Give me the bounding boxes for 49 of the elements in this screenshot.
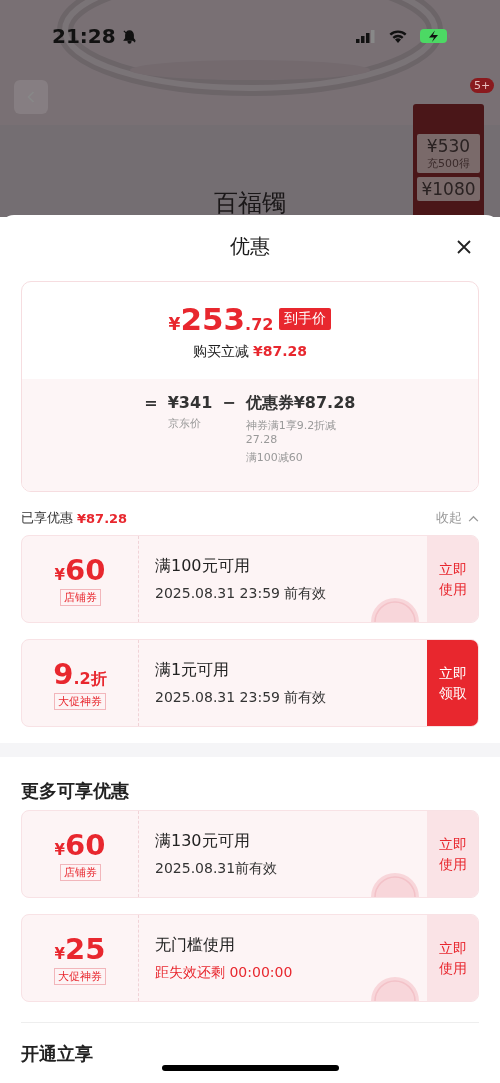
saving-label: 购买立减 [193,342,249,361]
coupon-note: 满100减60 [245,450,304,465]
coupon-action-button[interactable]: 立即使用 [427,915,478,1001]
product-title: 百福镯 [213,189,287,217]
muted-bell-icon [121,28,137,44]
signal-icon [356,29,376,43]
section-title: 开通立享 [21,1042,94,1066]
coupon-validity: 2025.08.31 23:59 前有效 [155,688,328,707]
coupon-type-tag: 大促神券 [54,967,106,985]
coupon-validity: 2025.08.31 23:59 前有效 [155,584,328,603]
equals-sign: = [144,393,158,412]
coupon-condition: 无门槛使用 [155,934,236,956]
saving-amount: ¥87.28 [253,342,307,361]
price-tag: 到手价 [279,307,332,330]
coupon-value: 9.2折 [53,656,107,691]
coupon-type-tag: 店铺券 [59,863,101,881]
coupon-value: ¥60 [54,552,106,587]
offer-amount: ¥1080 [421,179,476,199]
coupon-action-button[interactable]: 立即使用 [427,811,478,897]
battery-charging-icon [420,29,450,43]
status-time: 21:28 [52,24,116,48]
minus-sign: − [222,393,236,412]
collapse-toggle[interactable]: 收起 [436,509,479,527]
enjoyed-amount: ¥87.28 [77,510,128,526]
base-price-note: 京东价 [167,416,202,431]
coupon-condition: 满130元可用 [155,830,251,852]
sheet-title: 优惠 [230,232,270,260]
chevron-icon [468,514,479,522]
coupon-value: ¥60 [54,827,106,862]
coupon-type-tag: 大促神券 [54,692,106,710]
enjoyed-label: 已享优惠 [21,509,73,527]
coupon-value: ¥25 [54,931,106,966]
coupon-action-button[interactable]: 立即使用 [427,536,478,622]
coupon-condition: 满100元可用 [155,555,251,577]
section-title: 更多可享优惠 [21,779,130,803]
coupon-condition: 满1元可用 [155,659,231,681]
coupon-validity: 2025.08.31前有效 [155,859,279,878]
close-icon[interactable] [456,239,472,255]
coupon-note: 神券满1享9.2折减27.28 [245,418,338,446]
wifi-icon [388,29,408,43]
coupon-type-tag: 店铺券 [59,588,101,606]
promo-card[interactable]: ¥530 充500得 ¥1080 [413,104,484,217]
offer-amount: ¥530 [426,136,471,156]
base-price: ¥341 [167,393,213,412]
coupon-deduction: 优惠券¥87.28 [245,393,356,414]
final-price: ¥253.72 [168,300,274,337]
offer-note: 充500得 [427,156,470,171]
coupon-validity: 距失效还剩 00:00:00 [155,963,294,982]
coupon-action-button[interactable]: 立即领取 [427,640,478,726]
